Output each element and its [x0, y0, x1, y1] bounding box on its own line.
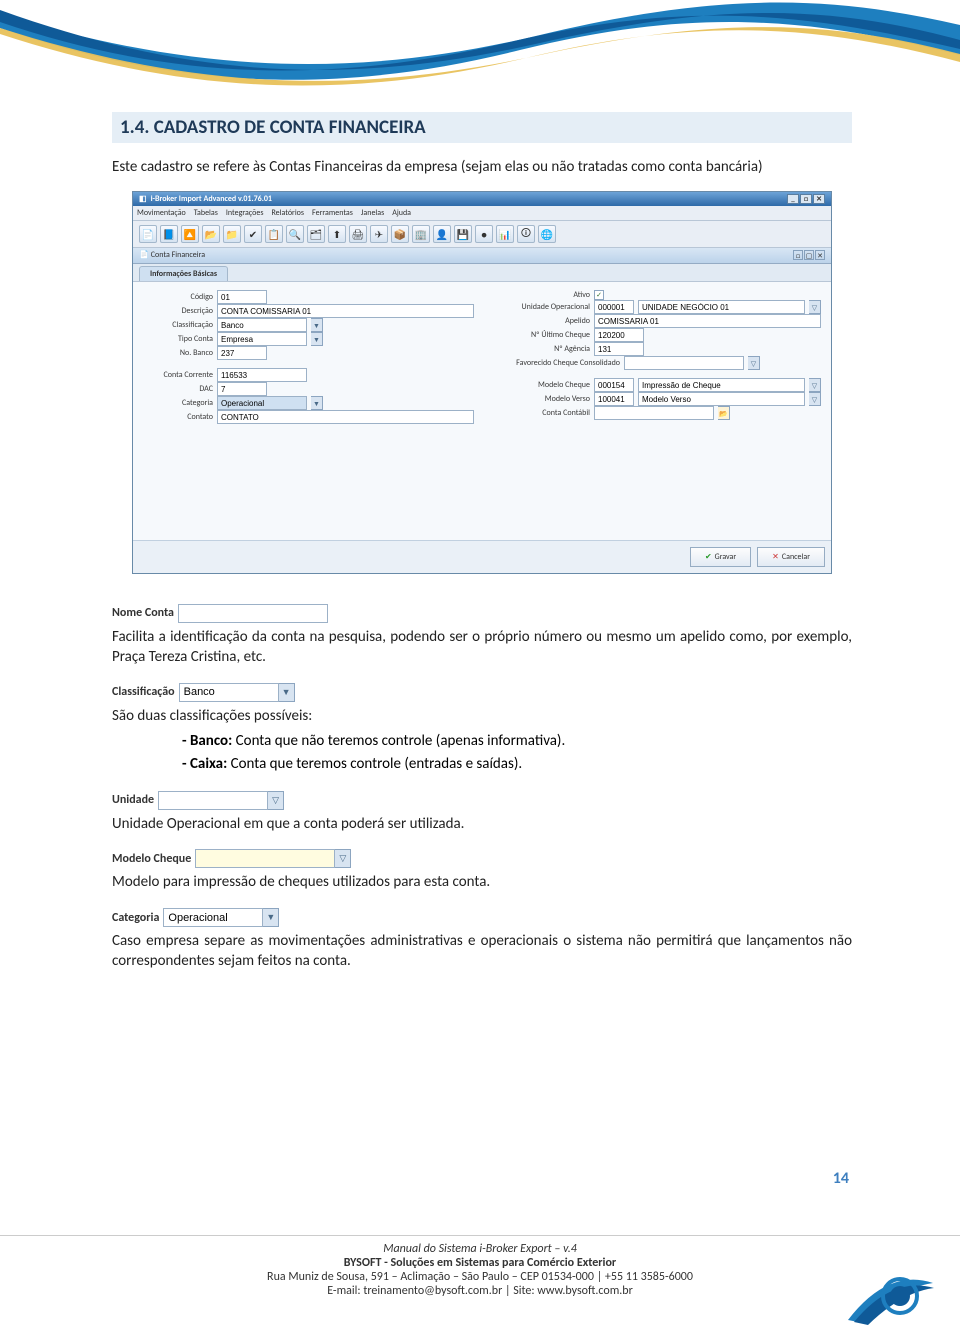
- tool-icon[interactable]: 🔍: [286, 225, 304, 243]
- tool-icon[interactable]: ⬆: [328, 225, 346, 243]
- modelo-cheque-desc-input[interactable]: [638, 378, 805, 392]
- gravar-button[interactable]: ✔Gravar: [690, 547, 751, 567]
- classificacao-field[interactable]: [179, 683, 279, 702]
- dropdown-icon[interactable]: ▼: [279, 683, 295, 702]
- categoria-paragraph: Caso empresa separe as movimentações adm…: [112, 931, 852, 972]
- tab-informacoes[interactable]: Informações Básicas: [139, 266, 228, 281]
- categoria-select[interactable]: [217, 396, 307, 410]
- dropdown-icon[interactable]: ▼: [311, 318, 323, 332]
- agencia-input[interactable]: [594, 342, 644, 356]
- tool-icon[interactable]: 👤: [433, 225, 451, 243]
- intro-paragraph: Este cadastro se refere às Contas Financ…: [112, 157, 852, 177]
- dropdown-icon[interactable]: ▽: [809, 392, 821, 406]
- tool-icon[interactable]: 📁: [223, 225, 241, 243]
- descricao-input[interactable]: [217, 304, 474, 318]
- dropdown-icon[interactable]: ▼: [311, 396, 323, 410]
- tool-icon[interactable]: 📋: [265, 225, 283, 243]
- tool-icon[interactable]: 🖨: [349, 225, 367, 243]
- toolbar[interactable]: 📄📘🔼📂📁✔📋🔍🗂⬆🖨✈📦🏢👤💾●📊🛈🌐: [133, 221, 831, 248]
- modelo-cheque-field[interactable]: [195, 849, 335, 868]
- tool-icon[interactable]: 📦: [391, 225, 409, 243]
- unidade-code-input[interactable]: [594, 300, 634, 314]
- tool-icon[interactable]: 🗂: [307, 225, 325, 243]
- classificacao-snippet: Classificação ▼: [112, 683, 295, 702]
- section-heading: 1.4. CADASTRO DE CONTA FINANCEIRA: [112, 112, 852, 143]
- tool-icon[interactable]: 🏢: [412, 225, 430, 243]
- categoria-field[interactable]: [163, 908, 263, 927]
- nome-conta-paragraph: Facilita a identificação da conta na pes…: [112, 627, 852, 668]
- tool-icon[interactable]: 🛈: [517, 225, 535, 243]
- nome-conta-field[interactable]: [178, 604, 328, 623]
- dropdown-icon[interactable]: ▼: [263, 908, 279, 927]
- classificacao-list: - Banco: Conta que não teremos controle …: [182, 730, 852, 775]
- dropdown-icon[interactable]: ▼: [311, 332, 323, 346]
- dropdown-icon[interactable]: ▽: [748, 356, 760, 370]
- dac-input[interactable]: [217, 382, 267, 396]
- window-controls[interactable]: _□✕: [786, 194, 825, 204]
- nome-conta-snippet: Nome Conta: [112, 604, 328, 623]
- modelo-cheque-code-input[interactable]: [594, 378, 634, 392]
- unidade-field[interactable]: [158, 791, 268, 810]
- tool-icon[interactable]: 📄: [139, 225, 157, 243]
- page-number: 14: [827, 1167, 855, 1190]
- tool-icon[interactable]: 📊: [496, 225, 514, 243]
- dropdown-icon[interactable]: ▽: [809, 378, 821, 392]
- unidade-paragraph: Unidade Operacional em que a conta poder…: [112, 814, 852, 834]
- tool-icon[interactable]: 📂: [202, 225, 220, 243]
- unidade-snippet: Unidade ▽: [112, 791, 284, 810]
- window-title-bar: ◧i-Broker Import Advanced v.01.76.01 _□✕: [133, 192, 831, 206]
- favorecido-input[interactable]: [624, 356, 744, 370]
- dropdown-icon[interactable]: ▽: [268, 791, 284, 810]
- modelo-cheque-snippet: Modelo Cheque ▽: [112, 849, 351, 868]
- tool-icon[interactable]: ✈: [370, 225, 388, 243]
- tool-icon[interactable]: 🔼: [181, 225, 199, 243]
- conta-corrente-input[interactable]: [217, 368, 307, 382]
- subwindow-title: 📄 Conta Financeira □▢✕: [133, 248, 831, 264]
- header-wave: [0, 0, 960, 95]
- lookup-icon[interactable]: 📂: [718, 406, 730, 420]
- footer-logo-icon: [838, 1248, 938, 1328]
- tool-icon[interactable]: ✔: [244, 225, 262, 243]
- unidade-desc-input[interactable]: [638, 300, 805, 314]
- dropdown-icon[interactable]: ▽: [335, 849, 351, 868]
- tool-icon[interactable]: ●: [475, 225, 493, 243]
- tool-icon[interactable]: 💾: [454, 225, 472, 243]
- contato-input[interactable]: [217, 410, 474, 424]
- modelo-cheque-paragraph: Modelo para impressão de cheques utiliza…: [112, 872, 852, 892]
- menu-bar[interactable]: MovimentaçãoTabelasIntegraçõesRelatórios…: [133, 206, 831, 221]
- classificacao-select[interactable]: [217, 318, 307, 332]
- banco-input[interactable]: [217, 346, 267, 360]
- modelo-verso-desc-input[interactable]: [638, 392, 805, 406]
- conta-contabil-input[interactable]: [594, 406, 714, 420]
- modelo-verso-code-input[interactable]: [594, 392, 634, 406]
- button-bar: ✔Gravar ✕Cancelar: [133, 540, 831, 573]
- categoria-snippet: Categoria ▼: [112, 908, 279, 927]
- form-area: Código Descrição Classificação▼ Tipo Con…: [133, 282, 831, 430]
- ativo-checkbox[interactable]: ✓: [594, 290, 604, 300]
- classificacao-intro: São duas classificações possíveis:: [112, 706, 852, 726]
- app-window: ◧i-Broker Import Advanced v.01.76.01 _□✕…: [132, 191, 832, 574]
- tab-strip[interactable]: Informações Básicas: [133, 264, 831, 282]
- subwindow-controls[interactable]: □▢✕: [792, 250, 825, 261]
- tool-icon[interactable]: 📘: [160, 225, 178, 243]
- tipo-conta-select[interactable]: [217, 332, 307, 346]
- tool-icon[interactable]: 🌐: [538, 225, 556, 243]
- cancelar-button[interactable]: ✕Cancelar: [757, 547, 825, 567]
- apelido-input[interactable]: [594, 314, 821, 328]
- codigo-input[interactable]: [217, 290, 267, 304]
- ultimo-cheque-input[interactable]: [594, 328, 644, 342]
- footer: Manual do Sistema i-Broker Export – v.4 …: [0, 1235, 960, 1298]
- dropdown-icon[interactable]: ▽: [809, 300, 821, 314]
